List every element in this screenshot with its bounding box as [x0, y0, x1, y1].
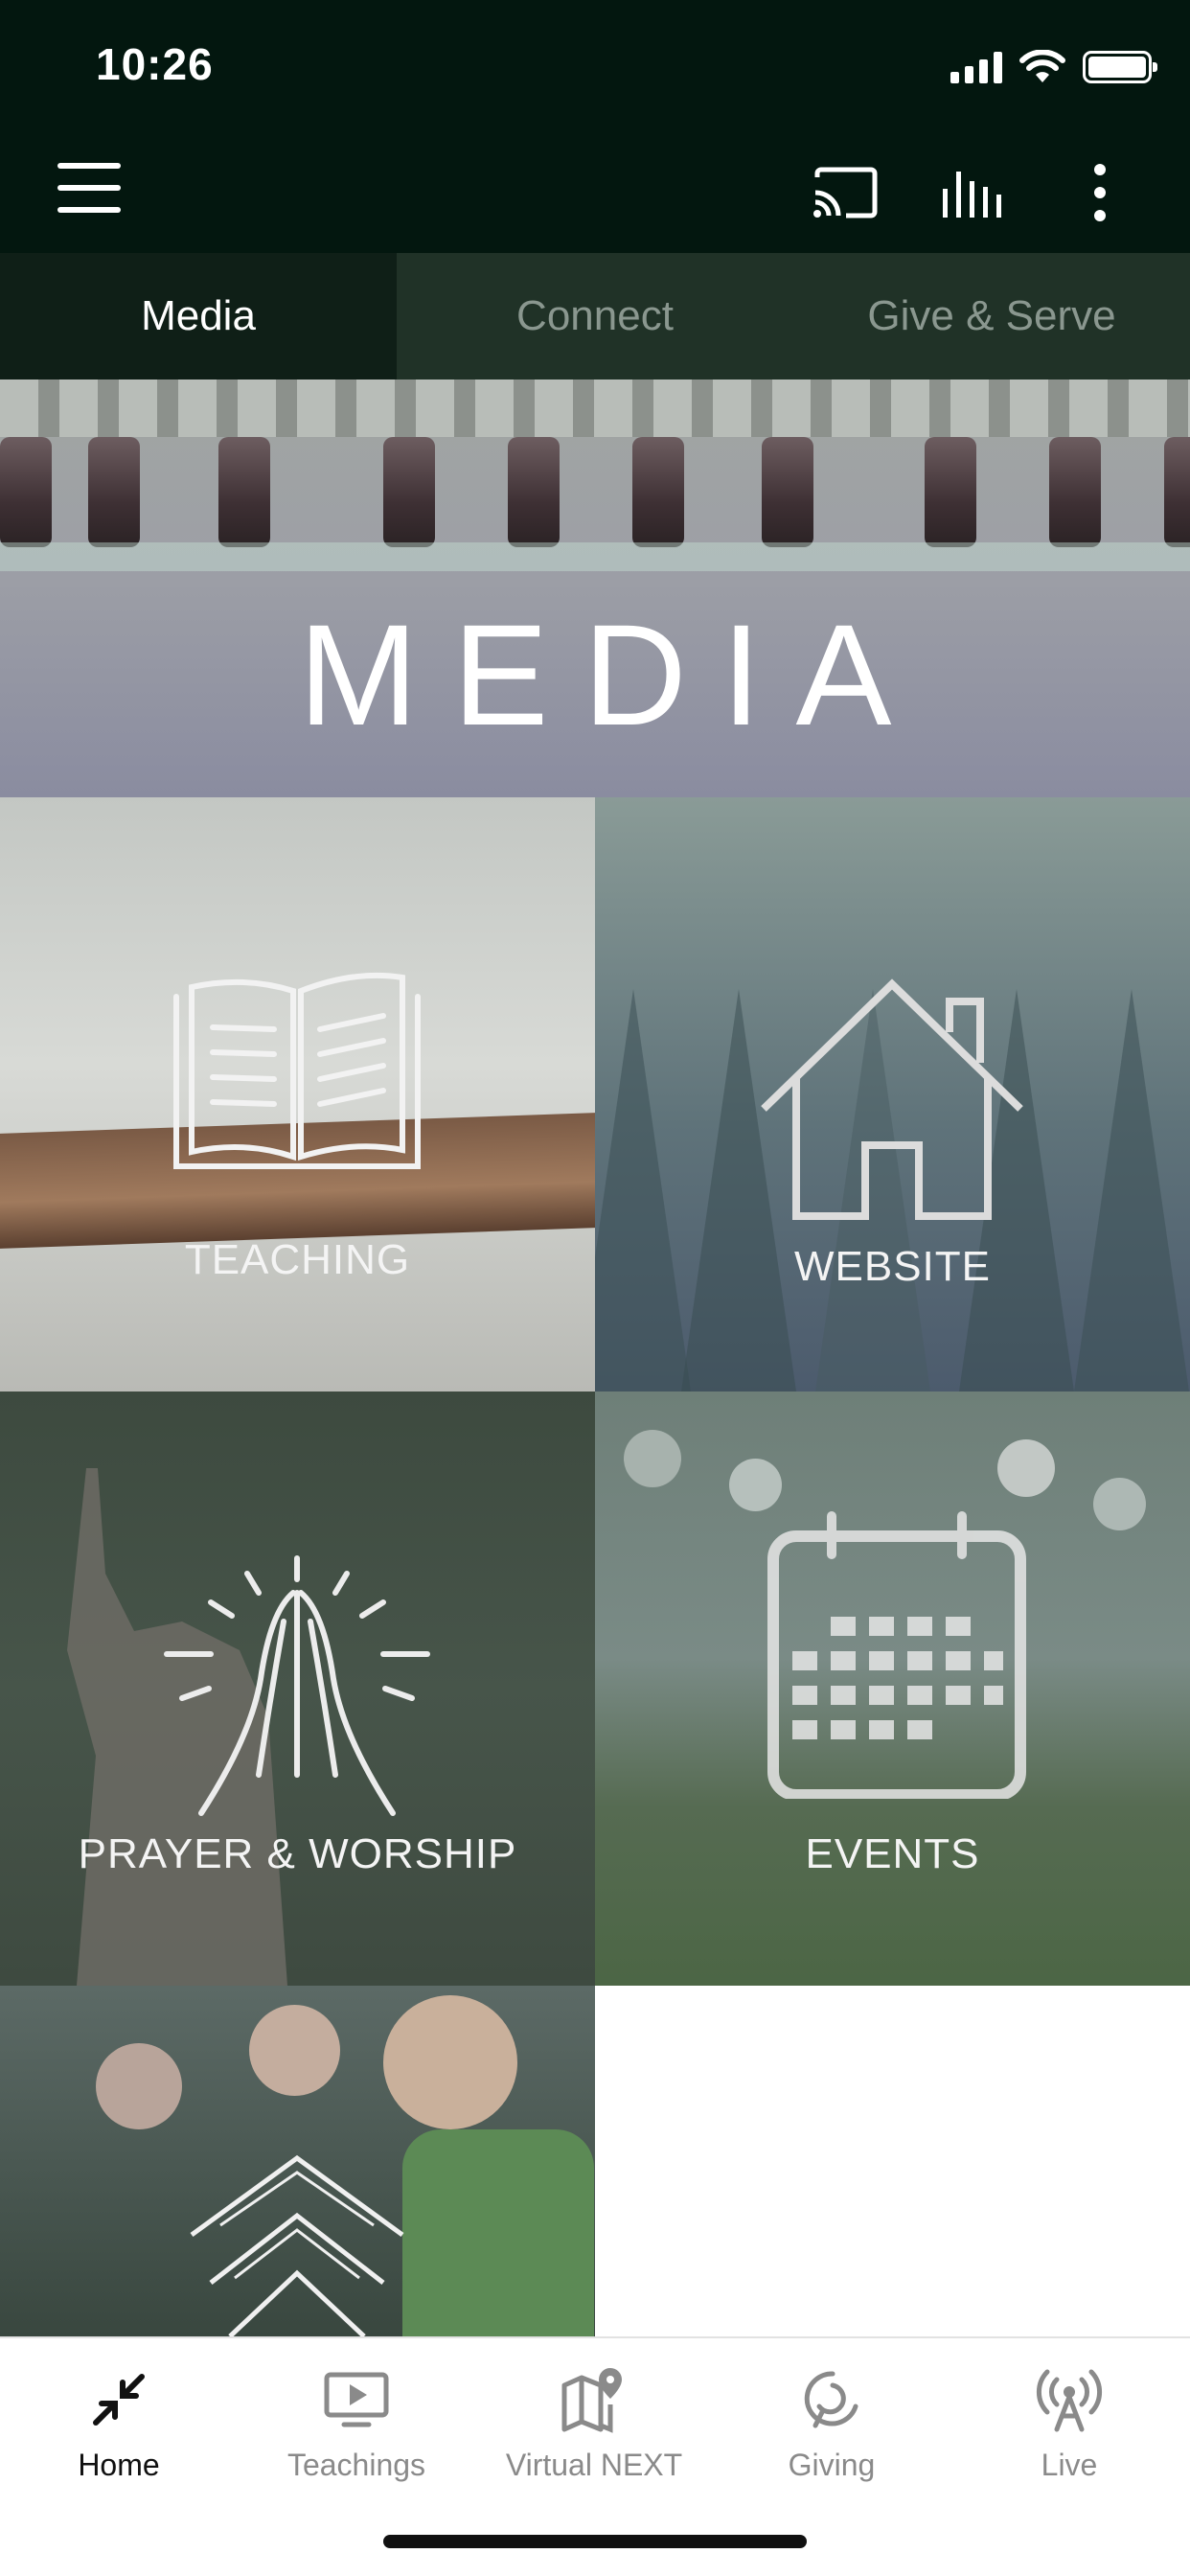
app-header: 10:26 [0, 0, 1190, 253]
tile-label: WEBSITE [793, 1243, 992, 1290]
status-icons [950, 48, 1157, 86]
mixer-strip-image [0, 380, 1190, 437]
media-banner[interactable]: MEDIA [0, 380, 1190, 797]
nav-home[interactable]: Home [0, 2361, 238, 2483]
home-arrows-icon [80, 2361, 157, 2438]
house-icon [761, 978, 1023, 1220]
giving-hand-icon [793, 2361, 870, 2438]
calendar-icon [767, 1511, 1026, 1799]
tile-kids[interactable] [0, 1986, 595, 2336]
nav-label: Giving [788, 2448, 876, 2482]
banner-title: MEDIA [298, 594, 927, 755]
mixer-knob [88, 437, 140, 547]
tab-give-serve[interactable]: Give & Serve [793, 253, 1190, 380]
mixer-knob [0, 437, 52, 547]
praying-hands-icon [164, 1555, 430, 1816]
mixer-knob [508, 437, 560, 547]
play-screen-icon [318, 2361, 395, 2438]
tile-website[interactable]: WEBSITE [595, 797, 1190, 1392]
signal-icon [950, 51, 1002, 83]
mixer-knob [1049, 437, 1101, 547]
nav-label: Teachings [286, 2448, 426, 2482]
mixer-knob [218, 437, 270, 547]
child-photo [402, 2129, 594, 2336]
cast-icon[interactable] [807, 159, 883, 226]
more-vertical-icon[interactable] [1062, 159, 1138, 226]
mixer-knob [632, 437, 684, 547]
broadcast-icon [1031, 2361, 1108, 2438]
crowd-photo [1093, 1478, 1146, 1530]
nav-teachings[interactable]: Teachings [238, 2361, 475, 2483]
nav-live[interactable]: Live [950, 2361, 1188, 2483]
open-book-icon [173, 972, 421, 1169]
tile-label: PRAYER & WORSHIP [78, 1830, 517, 1877]
wifi-icon [1019, 50, 1065, 82]
crowd-photo [729, 1459, 782, 1511]
battery-icon [1083, 51, 1157, 83]
nav-label: Virtual NEXT [505, 2448, 683, 2482]
crowd-photo [997, 1439, 1055, 1497]
tile-label: TEACHING [184, 1236, 411, 1283]
mixer-knob [383, 437, 435, 547]
mixer-knob [925, 437, 976, 547]
tab-connect[interactable]: Connect [397, 253, 793, 380]
tab-media[interactable]: Media [0, 253, 397, 380]
mixer-knob [762, 437, 813, 547]
crowd-photo [624, 1430, 681, 1487]
child-photo [249, 2005, 340, 2096]
tree-shape [595, 989, 691, 1392]
hamburger-menu-icon[interactable] [57, 163, 121, 213]
nav-giving[interactable]: Giving [713, 2361, 950, 2483]
tab-bar: Media Connect Give & Serve [0, 253, 1190, 380]
child-photo [383, 1995, 517, 2129]
map-pin-icon [556, 2361, 632, 2438]
nav-label: Home [78, 2448, 160, 2482]
tree-shape [1074, 989, 1189, 1392]
nav-virtual-next[interactable]: Virtual NEXT [475, 2361, 713, 2483]
mixer-knob [1164, 437, 1190, 547]
home-indicator[interactable] [383, 2535, 807, 2548]
status-time: 10:26 [96, 39, 214, 89]
tile-events[interactable]: EVENTS [595, 1392, 1190, 1986]
tile-prayer-worship[interactable]: PRAYER & WORSHIP [0, 1392, 595, 1986]
nav-label: Live [1041, 2448, 1098, 2482]
tile-teaching[interactable]: TEACHING [0, 797, 595, 1392]
arrows-up-icon [190, 2154, 404, 2336]
audio-bars-icon[interactable] [934, 159, 1011, 226]
mixer-light-strip [0, 542, 1190, 571]
tile-label: EVENTS [805, 1830, 980, 1877]
child-photo [96, 2043, 182, 2129]
